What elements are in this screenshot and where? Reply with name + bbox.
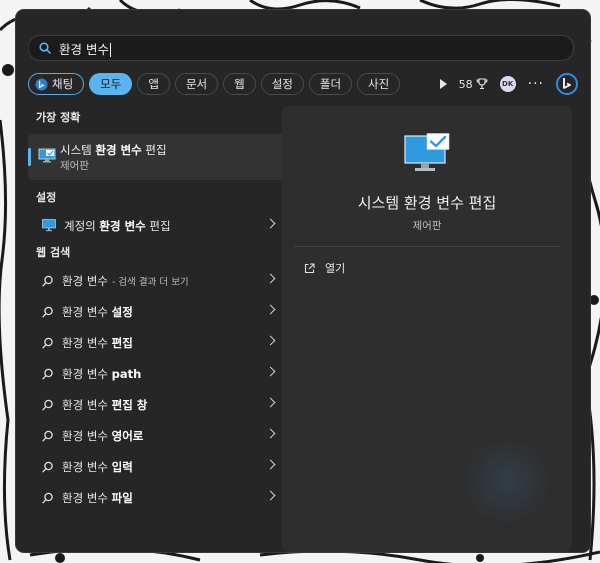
best-match-item[interactable]: 시스템 환경 변수 편집 제어판: [28, 134, 286, 180]
tab-settings[interactable]: 설정: [260, 73, 304, 95]
tab-label: 모두: [100, 77, 122, 91]
web-item-label: 환경 변수: [62, 273, 108, 288]
tab-label: 설정: [271, 77, 293, 91]
tab-label: 앱: [148, 77, 159, 91]
web-search-item[interactable]: 환경 변수 - 검색 결과 더 보기: [28, 265, 286, 296]
search-box[interactable]: 환경 변수: [28, 35, 574, 61]
web-search-item[interactable]: 환경 변수 파일: [28, 482, 286, 513]
chevron-right-icon: [265, 304, 276, 315]
tab-label: 사진: [368, 77, 390, 91]
tab-folders[interactable]: 폴더: [308, 73, 353, 95]
best-match-title: 시스템 환경 변수 편집: [60, 143, 167, 157]
search-icon: [42, 430, 53, 441]
web-search-item[interactable]: 환경 변수 편집 창: [28, 389, 286, 420]
toolbar: 58 DK ···: [428, 72, 578, 96]
settings-item-label: 계정의 환경 변수 편집: [64, 218, 171, 233]
monitor-check-icon: [38, 148, 56, 163]
best-match-subtitle: 제어판: [60, 160, 89, 172]
monitor-icon: [42, 219, 56, 232]
tab-all[interactable]: 모두: [89, 73, 133, 95]
tab-web[interactable]: 웹: [223, 73, 256, 95]
results-list: 가장 정확 시스템 환경 변수 편집 제어판 설정 계정의 환경 변수 편집 웹…: [28, 106, 286, 513]
selection-indicator: [28, 148, 31, 166]
web-item-label: 환경 변수 입력: [62, 459, 133, 474]
search-icon: [42, 368, 53, 379]
text-caret: [109, 43, 111, 57]
tab-photos[interactable]: 사진: [357, 73, 401, 95]
tab-documents[interactable]: 문서: [174, 73, 219, 95]
web-search-item[interactable]: 환경 변수 영어로: [28, 420, 286, 451]
user-avatar[interactable]: DK: [499, 76, 516, 92]
tab-label: 문서: [185, 77, 208, 91]
tab-chat[interactable]: 채팅: [28, 73, 85, 95]
web-search-item[interactable]: 환경 변수 설정: [28, 296, 286, 327]
web-item-label: 환경 변수 설정: [62, 304, 133, 319]
search-icon: [42, 275, 53, 286]
bing-icon: [35, 77, 48, 91]
monitor-check-icon: [404, 133, 450, 171]
web-item-suffix: - 검색 결과 더 보기: [111, 276, 189, 288]
background-glow: [462, 436, 552, 526]
chevron-right-icon: [265, 459, 276, 470]
detail-pane: 시스템 환경 변수 편집 제어판 열기: [282, 106, 572, 552]
web-item-label: 환경 변수 path: [62, 366, 142, 381]
play-icon[interactable]: [439, 79, 447, 89]
web-item-label: 환경 변수 파일: [62, 490, 133, 505]
points-value: 58: [458, 77, 473, 91]
tab-label: 폴더: [319, 77, 342, 91]
web-item-label: 환경 변수 편집: [62, 335, 133, 350]
search-icon: [42, 337, 53, 348]
chevron-right-icon: [265, 490, 276, 501]
open-external-icon: [304, 262, 315, 273]
web-item-label: 환경 변수 영어로: [62, 428, 144, 443]
web-search-item[interactable]: 환경 변수 입력: [28, 451, 286, 482]
tab-label: 채팅: [52, 77, 74, 91]
section-web-search: 웹 검색: [36, 246, 71, 259]
open-action[interactable]: 열기: [304, 260, 345, 276]
more-options-icon[interactable]: ···: [528, 76, 544, 92]
chevron-right-icon: [265, 218, 276, 229]
chevron-right-icon: [265, 428, 276, 439]
rewards-points[interactable]: 58: [459, 78, 488, 91]
open-label: 열기: [325, 262, 346, 275]
search-icon: [42, 306, 53, 317]
section-best-match: 가장 정확: [36, 111, 81, 124]
chevron-right-icon: [265, 273, 276, 284]
tab-apps[interactable]: 앱: [137, 73, 170, 95]
section-settings: 설정: [36, 191, 57, 204]
search-input[interactable]: 환경 변수: [59, 39, 111, 58]
chevron-right-icon: [265, 366, 276, 377]
search-panel: 환경 변수 채팅 모두 앱 문서 웹 설정 폴더 사진 58 DK ··· 가장…: [16, 10, 590, 552]
filter-tabs: 채팅 모두 앱 문서 웹 설정 폴더 사진: [28, 72, 405, 96]
detail-subtitle: 제어판: [412, 220, 442, 232]
search-icon: [42, 399, 53, 410]
detail-title: 시스템 환경 변수 편집: [357, 194, 497, 212]
search-icon: [42, 492, 53, 503]
tab-label: 웹: [234, 77, 245, 91]
bing-chat-icon[interactable]: [556, 73, 578, 95]
web-search-item[interactable]: 환경 변수 편집: [28, 327, 286, 358]
search-icon: [39, 42, 51, 54]
trophy-icon: [476, 78, 488, 90]
chevron-right-icon: [265, 335, 276, 346]
chevron-right-icon: [265, 397, 276, 408]
settings-item-env-vars[interactable]: 계정의 환경 변수 편집: [28, 210, 286, 241]
divider: [294, 246, 560, 247]
web-item-label: 환경 변수 편집 창: [62, 397, 148, 412]
web-search-item[interactable]: 환경 변수 path: [28, 358, 286, 389]
search-icon: [42, 461, 53, 472]
